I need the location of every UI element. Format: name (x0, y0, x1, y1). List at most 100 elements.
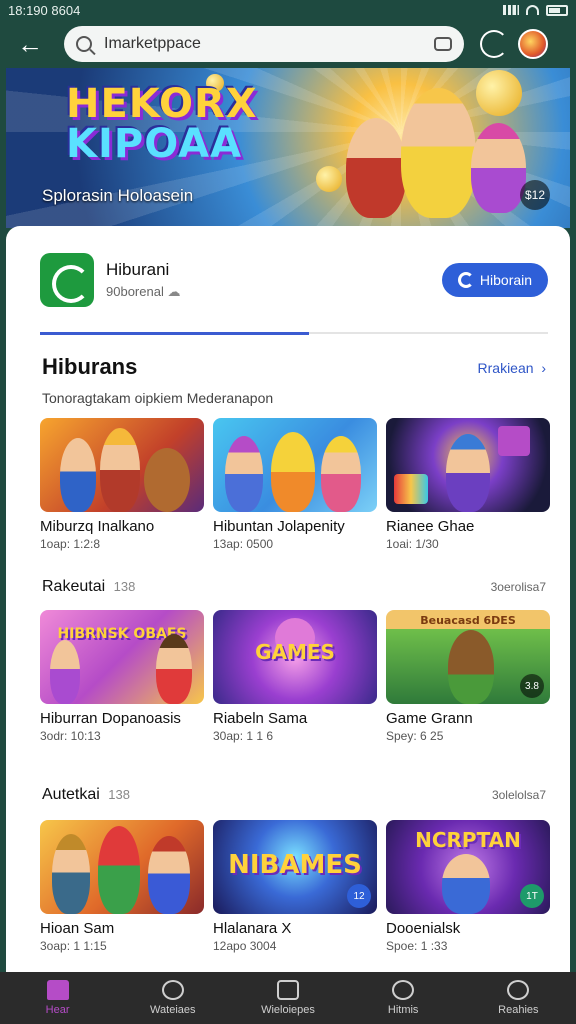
open-app-label: Hiborain (479, 272, 533, 288)
item-decoration (498, 426, 530, 456)
game-card[interactable]: GAMES Riabeln Sama 30ap: 1 1 6 (213, 610, 377, 743)
game-thumbnail: Beuacasd 6DES 3.8 (386, 610, 550, 704)
character-figure (100, 428, 140, 512)
game-card[interactable]: HIBRNSK OBAES Hiburran Dopanoasis 3odr: … (40, 610, 204, 743)
open-app-button[interactable]: Hiborain (442, 263, 548, 297)
top-actions (480, 29, 548, 59)
signal-icon (503, 5, 519, 15)
game-card[interactable]: Beuacasd 6DES 3.8 Game Grann Spey: 6 25 (386, 610, 550, 743)
character-figure (471, 123, 526, 213)
play-icon (457, 272, 474, 288)
game-card[interactable]: NCRPTAN 1T Dooenialsk Spoe: 1 :33 (386, 820, 550, 953)
game-thumbnail (386, 418, 550, 512)
game-title: Rianee Ghae (386, 518, 475, 535)
nav-item-hits[interactable]: Hitmis (353, 980, 453, 1016)
nav-item-home[interactable]: Hear (8, 980, 108, 1016)
game-title: Hiburran Dopanoasis (40, 710, 181, 727)
refresh-icon[interactable] (480, 30, 508, 58)
game-title: Miburzq Inalkano (40, 518, 155, 535)
thumbnail-title: Beuacasd 6DES (420, 614, 516, 627)
hero-banner[interactable]: HEKORX KIPOAA Splorasin Holoasein $12 (6, 68, 570, 228)
row-more-link[interactable]: 3olelolsa7 (492, 788, 546, 802)
thumbnail-badge: 1T (520, 884, 544, 908)
app-subtitle: 90borenal ☁ (106, 284, 180, 300)
section-more-link[interactable]: Rrakiean › (478, 360, 546, 376)
game-meta: 3oap: 1 1:15 (40, 939, 107, 953)
character-figure (225, 436, 263, 512)
status-bar: 18:190 8604 (0, 0, 576, 20)
section-description: Tonoragtakam oipkiem Mederanapon (42, 390, 274, 406)
character-figure (50, 640, 80, 704)
game-card[interactable]: NIBAMES 12 Hlalanara X 12apo 3004 (213, 820, 377, 953)
search-input[interactable] (104, 35, 434, 53)
row-title: Rakeutai 138 (42, 578, 135, 596)
nav-label: Wieloiepes (261, 1004, 315, 1016)
game-thumbnail (40, 820, 204, 914)
character-figure (448, 630, 494, 704)
wifi-icon (526, 5, 539, 15)
game-title: Riabeln Sama (213, 710, 308, 727)
character-figure (446, 434, 490, 512)
compass-icon (392, 980, 415, 1000)
nav-item-watch[interactable]: Wateiaes (123, 980, 223, 1016)
character-figure (271, 432, 315, 512)
item-decoration (394, 474, 428, 504)
battery-icon (546, 4, 568, 16)
nav-item-library[interactable]: Wieloiepes (238, 980, 338, 1016)
search-bar[interactable] (64, 26, 464, 62)
thumbnail-title: GAMES (255, 640, 335, 664)
app-logo-icon (40, 253, 94, 307)
row-more-link[interactable]: 3oerolisa7 (491, 580, 546, 594)
featured-grid: Miburzq Inalkano 1oap: 1:2:8 Hibuntan Jo… (40, 418, 550, 551)
section-title: Hiburans (42, 354, 138, 379)
hero-badge: $12 (520, 180, 550, 210)
game-meta: 12apo 3004 (213, 939, 277, 953)
headset-icon (161, 980, 184, 1000)
game-card[interactable]: Hioan Sam 3oap: 1 1:15 (40, 820, 204, 953)
game-card[interactable]: Miburzq Inalkano 1oap: 1:2:8 (40, 418, 204, 551)
game-meta: 30ap: 1 1 6 (213, 729, 274, 743)
bear-figure (144, 448, 190, 512)
nav-label: Wateiaes (150, 1004, 196, 1016)
game-thumbnail: NCRPTAN 1T (386, 820, 550, 914)
nav-label: Hitmis (387, 1004, 419, 1016)
character-figure (346, 118, 406, 218)
game-meta: 3odr: 10:13 (40, 729, 101, 743)
thumbnail-title: NIBAMES (228, 850, 362, 880)
character-figure (148, 836, 190, 914)
content-sheet: Hiburani 90borenal ☁ Hiborain Hiburans R… (6, 226, 570, 972)
character-figure (442, 854, 490, 914)
home-icon (46, 980, 69, 1000)
game-thumbnail: GAMES (213, 610, 377, 704)
arrow-left-icon: ← (17, 28, 43, 59)
app-meta: Hiburani 90borenal ☁ (106, 260, 180, 300)
game-meta: Spey: 6 25 (386, 729, 444, 743)
camera-icon[interactable] (434, 37, 452, 51)
game-card[interactable]: Rianee Ghae 1oai: 1/30 (386, 418, 550, 551)
status-time: 18:190 8604 (8, 2, 81, 18)
character-figure (156, 634, 192, 704)
row-title-text: Autetkai (42, 786, 100, 803)
nav-item-profile[interactable]: Reahies (468, 980, 568, 1016)
app-name: Hiburani (106, 260, 170, 279)
game-meta: Spoe: 1 :33 (386, 939, 448, 953)
row3-grid: Hioan Sam 3oap: 1 1:15 NIBAMES 12 Hlalan… (40, 820, 550, 953)
game-title: Game Grann (386, 710, 473, 727)
progress-fill (40, 332, 310, 335)
game-card[interactable]: Hibuntan Jolapenity 13ap: 0500 (213, 418, 377, 551)
nav-label: Hear (45, 1004, 70, 1016)
character-figure (321, 436, 361, 512)
row-title-text: Rakeutai (42, 578, 106, 595)
game-title: Dooenialsk (386, 920, 461, 937)
character-figure (401, 88, 476, 218)
game-meta: 13ap: 0500 (213, 537, 274, 551)
game-meta: 1oap: 1:2:8 (40, 537, 101, 551)
character-figure (60, 438, 96, 512)
hero-subtitle: Splorasin Holoasein (42, 186, 194, 205)
thumbnail-badge: 12 (347, 884, 371, 908)
game-thumbnail: NIBAMES 12 (213, 820, 377, 914)
row-title: Autetkai 138 (42, 786, 130, 804)
avatar[interactable] (518, 29, 548, 59)
person-icon (507, 980, 530, 1000)
back-button[interactable]: ← (10, 24, 50, 64)
